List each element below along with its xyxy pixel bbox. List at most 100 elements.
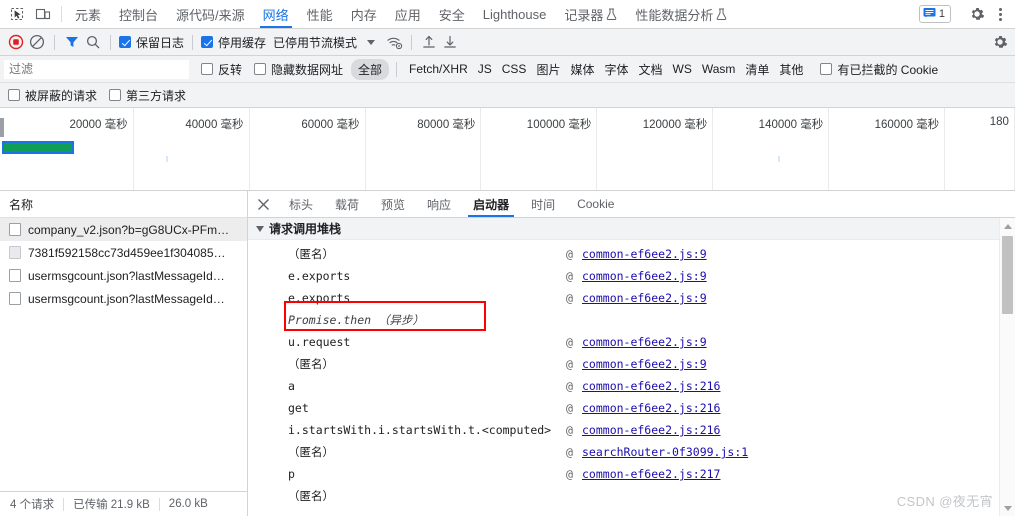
- detail-tab-response[interactable]: 响应: [416, 191, 462, 217]
- tab-application[interactable]: 应用: [386, 0, 430, 28]
- timeline-selected-window[interactable]: [2, 141, 74, 154]
- frame-source-link[interactable]: common-ef6ee2.js:216: [582, 423, 720, 437]
- detail-tab-payload[interactable]: 载荷: [324, 191, 370, 217]
- detail-vertical-scrollbar[interactable]: [999, 218, 1015, 516]
- tab-console[interactable]: 控制台: [110, 0, 167, 28]
- frame-function: i.startsWith.i.startsWith.t.<computed>: [288, 423, 552, 437]
- scroll-up-arrow-icon[interactable]: [1000, 218, 1015, 234]
- timeline-left-handle[interactable]: [0, 118, 4, 137]
- tab-network[interactable]: 网络: [254, 0, 298, 28]
- type-filter-other[interactable]: 其他: [774, 59, 808, 80]
- record-stop-icon[interactable]: [7, 33, 25, 51]
- hide-data-urls-checkbox[interactable]: 隐藏数据网址: [254, 61, 343, 78]
- ruler-tick-label: 160000 毫秒: [874, 119, 940, 131]
- type-filter-js[interactable]: JS: [473, 60, 497, 78]
- scrollbar-thumb[interactable]: [1002, 236, 1013, 314]
- tab-label: 载荷: [335, 197, 360, 212]
- filter-input[interactable]: [4, 59, 189, 79]
- filter-funnel-icon[interactable]: [63, 33, 81, 51]
- type-filter-fetch-xhr[interactable]: Fetch/XHR: [404, 60, 473, 78]
- import-har-icon[interactable]: [420, 33, 438, 51]
- type-filter-manifest[interactable]: 清单: [740, 59, 774, 80]
- export-har-icon[interactable]: [441, 33, 459, 51]
- type-filter-wasm[interactable]: Wasm: [697, 60, 741, 78]
- stack-frame[interactable]: e.exports @ common-ef6ee2.js:9: [248, 265, 1015, 287]
- frame-source-link[interactable]: searchRouter-0f3099.js:1: [582, 445, 748, 459]
- tab-lighthouse[interactable]: Lighthouse: [474, 0, 556, 28]
- invert-checkbox[interactable]: 反转: [201, 61, 242, 78]
- inspect-element-icon[interactable]: [8, 6, 25, 23]
- network-settings-gear-icon[interactable]: [991, 33, 1009, 51]
- frame-source-link[interactable]: common-ef6ee2.js:9: [582, 335, 707, 349]
- type-filter-all[interactable]: 全部: [351, 58, 390, 80]
- tab-security[interactable]: 安全: [430, 0, 474, 28]
- kebab-menu-icon[interactable]: [991, 5, 1009, 23]
- control-divider-1: [54, 34, 55, 50]
- throttling-select[interactable]: 已停用节流模式: [273, 34, 357, 51]
- stack-frame[interactable]: get @ common-ef6ee2.js:216: [248, 397, 1015, 419]
- frame-source-link[interactable]: common-ef6ee2.js:217: [582, 467, 720, 481]
- stack-frame[interactable]: e.exports @ common-ef6ee2.js:9: [248, 287, 1015, 309]
- stack-frame[interactable]: （匿名） @ searchRouter-0f3099.js:1: [248, 441, 1015, 463]
- at-symbol: @: [566, 357, 573, 371]
- network-overview-timeline[interactable]: 20000 毫秒 40000 毫秒 60000 毫秒 80000 毫秒 1000…: [0, 108, 1015, 191]
- stack-frame[interactable]: （匿名） @ common-ef6ee2.js:9: [248, 243, 1015, 265]
- tab-memory[interactable]: 内存: [342, 0, 386, 28]
- detail-tab-preview[interactable]: 预览: [370, 191, 416, 217]
- disable-cache-checkbox[interactable]: 停用缓存: [201, 34, 266, 51]
- tab-elements[interactable]: 元素: [66, 0, 110, 28]
- network-filter-bar-row2: 被屏蔽的请求 第三方请求: [0, 83, 1015, 108]
- control-divider-2: [110, 34, 111, 50]
- chevron-down-icon[interactable]: [367, 39, 376, 45]
- stack-frame[interactable]: （匿名） @ common-ef6ee2.js:9: [248, 353, 1015, 375]
- frame-source-link[interactable]: common-ef6ee2.js:9: [582, 247, 707, 261]
- type-filter-media[interactable]: 媒体: [565, 59, 599, 80]
- frame-source-link[interactable]: common-ef6ee2.js:9: [582, 291, 707, 305]
- stack-frame[interactable]: i.startsWith.i.startsWith.t.<computed> @…: [248, 419, 1015, 441]
- third-party-checkbox[interactable]: 第三方请求: [109, 87, 186, 104]
- blocked-requests-checkbox[interactable]: 被屏蔽的请求: [8, 87, 97, 104]
- tab-performance[interactable]: 性能: [298, 0, 342, 28]
- network-conditions-icon[interactable]: [385, 33, 403, 51]
- request-row-0[interactable]: company_v2.json?b=gG8UCx-PFm…: [0, 218, 247, 241]
- detail-tab-headers[interactable]: 标头: [278, 191, 324, 217]
- type-filter-font[interactable]: 字体: [599, 59, 633, 80]
- tab-performance-insights[interactable]: 性能数据分析: [626, 0, 736, 28]
- summary-divider: [158, 497, 160, 511]
- type-filter-ws[interactable]: WS: [668, 60, 697, 78]
- frame-source-link[interactable]: common-ef6ee2.js:216: [582, 379, 720, 393]
- type-filter-doc[interactable]: 文档: [633, 59, 667, 80]
- request-row-2[interactable]: usermsgcount.json?lastMessageId…: [0, 264, 247, 287]
- issues-badge[interactable]: 1: [918, 5, 951, 23]
- tab-recorder[interactable]: 记录器: [555, 0, 626, 28]
- tab-sources[interactable]: 源代码/来源: [167, 0, 254, 28]
- search-icon[interactable]: [84, 33, 102, 51]
- request-row-3[interactable]: usermsgcount.json?lastMessageId…: [0, 287, 247, 310]
- device-toolbar-icon[interactable]: [34, 6, 51, 23]
- tab-label: 内存: [350, 7, 377, 23]
- tab-label: 源代码/来源: [176, 7, 245, 23]
- detail-tab-cookies[interactable]: Cookie: [566, 191, 625, 217]
- frame-source-link[interactable]: common-ef6ee2.js:9: [582, 269, 707, 283]
- frame-source-link[interactable]: common-ef6ee2.js:216: [582, 401, 720, 415]
- type-filter-img[interactable]: 图片: [531, 59, 565, 80]
- detail-tab-timing[interactable]: 时间: [520, 191, 566, 217]
- scroll-down-arrow-icon[interactable]: [1000, 500, 1015, 516]
- stack-frame[interactable]: p @ common-ef6ee2.js:217: [248, 463, 1015, 485]
- ruler-tick-label: 140000 毫秒: [758, 119, 824, 131]
- request-list[interactable]: company_v2.json?b=gG8UCx-PFm… 7381f59215…: [0, 218, 247, 491]
- stack-frame-async-promise[interactable]: Promise.then （异步）: [248, 309, 1015, 331]
- request-call-stack-header[interactable]: 请求调用堆栈: [248, 218, 1015, 240]
- preserve-log-checkbox[interactable]: 保留日志: [119, 34, 184, 51]
- request-row-1[interactable]: 7381f592158cc73d459ee1f304085…: [0, 241, 247, 264]
- stack-frame[interactable]: u.request @ common-ef6ee2.js:9: [248, 331, 1015, 353]
- frame-source-link[interactable]: common-ef6ee2.js:9: [582, 357, 707, 371]
- close-icon[interactable]: [248, 191, 278, 217]
- blocked-cookies-checkbox[interactable]: 有已拦截的 Cookie: [820, 61, 938, 78]
- chevron-down-icon[interactable]: [256, 225, 264, 232]
- gear-icon[interactable]: [968, 6, 985, 23]
- clear-network-icon[interactable]: [28, 33, 46, 51]
- type-filter-css[interactable]: CSS: [497, 60, 532, 78]
- stack-frame[interactable]: a @ common-ef6ee2.js:216: [248, 375, 1015, 397]
- detail-tab-initiator[interactable]: 启动器: [462, 191, 520, 217]
